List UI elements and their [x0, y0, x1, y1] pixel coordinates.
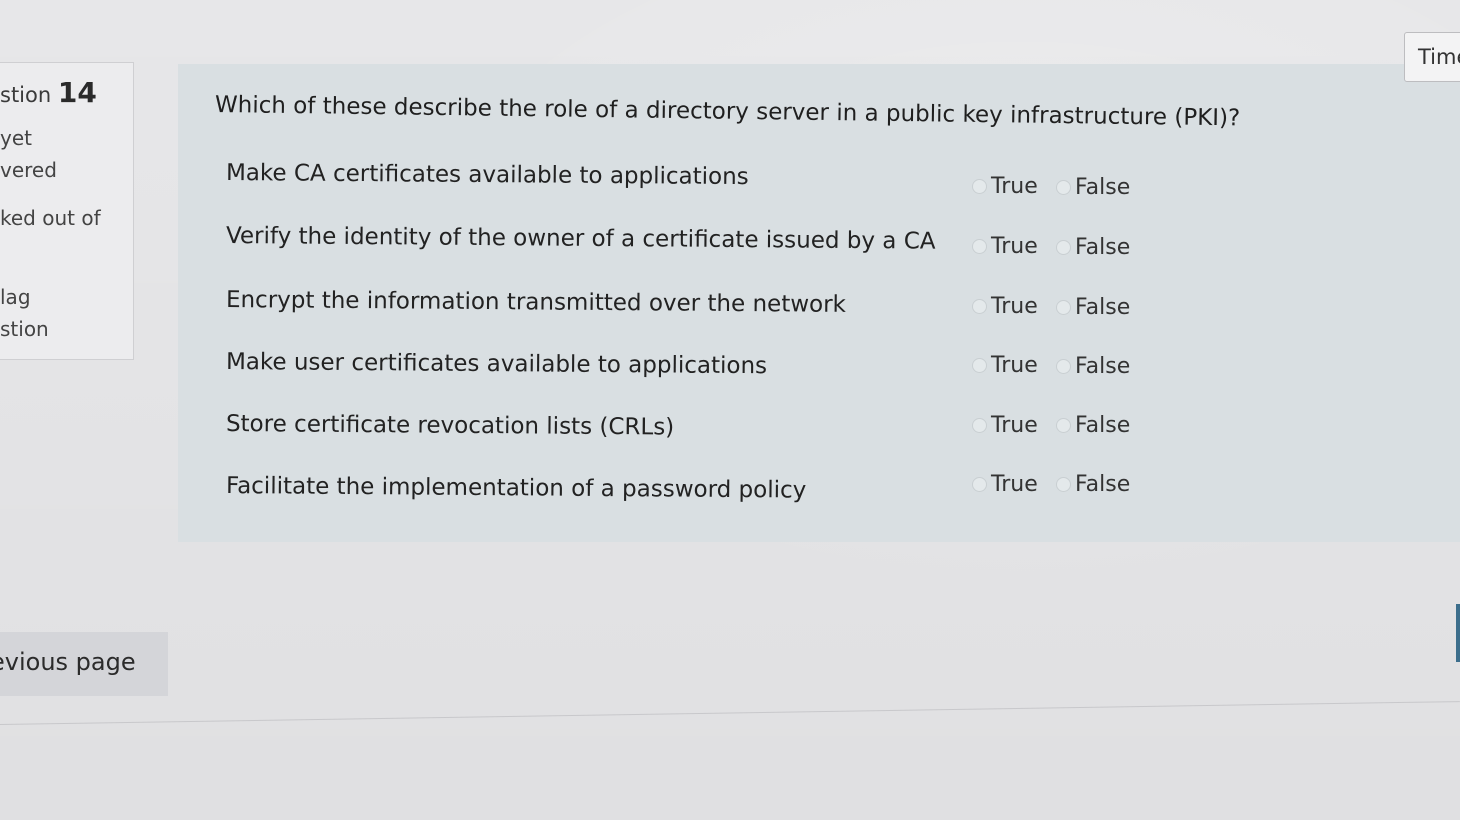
status-line-2: vered: [0, 158, 57, 182]
option-true-3[interactable]: True: [972, 294, 1038, 319]
radio-false-5[interactable]: [1056, 418, 1071, 433]
radio-true-1[interactable]: [972, 179, 987, 194]
true-label: True: [991, 234, 1038, 259]
statement-3: Encrypt the information transmitted over…: [225, 287, 847, 318]
radio-false-3[interactable]: [1056, 300, 1071, 315]
option-true-1[interactable]: True: [972, 174, 1038, 199]
statement-6: Facilitate the implementation of a passw…: [225, 473, 807, 504]
option-false-3[interactable]: False: [1056, 295, 1130, 320]
status-line-1: yet: [0, 126, 32, 150]
page-divider: [0, 701, 1460, 725]
radio-true-4[interactable]: [972, 358, 987, 373]
question-number: 14: [57, 76, 97, 109]
question-number-line: stion 14: [0, 76, 97, 109]
radio-false-6[interactable]: [1056, 477, 1071, 492]
option-false-4[interactable]: False: [1056, 354, 1130, 379]
marked-out-of: ked out of: [0, 206, 101, 230]
true-label: True: [991, 353, 1038, 378]
true-label: True: [991, 413, 1038, 438]
true-label: True: [991, 472, 1038, 497]
option-false-1[interactable]: False: [1056, 175, 1130, 200]
statement-1: Make CA certificates available to applic…: [225, 160, 749, 191]
option-true-4[interactable]: True: [972, 353, 1038, 378]
option-false-6[interactable]: False: [1056, 472, 1130, 497]
radio-true-2[interactable]: [972, 239, 987, 254]
radio-false-1[interactable]: [1056, 180, 1071, 195]
option-false-5[interactable]: False: [1056, 413, 1130, 438]
statement-5: Store certificate revocation lists (CRLs…: [225, 411, 675, 441]
radio-true-3[interactable]: [972, 299, 987, 314]
statement-2: Verify the identity of the owner of a ce…: [225, 223, 936, 255]
previous-page-label: evious page: [0, 648, 136, 676]
option-true-6[interactable]: True: [972, 472, 1038, 497]
option-true-2[interactable]: True: [972, 234, 1038, 259]
timer-box: Time: [1404, 32, 1460, 82]
false-label: False: [1075, 472, 1131, 497]
statement-4: Make user certificates available to appl…: [225, 349, 768, 380]
option-false-2[interactable]: False: [1056, 235, 1130, 260]
previous-page-button[interactable]: evious page: [0, 632, 168, 696]
radio-false-4[interactable]: [1056, 359, 1071, 374]
flag-question-line-1[interactable]: lag: [0, 285, 31, 309]
radio-false-2[interactable]: [1056, 240, 1071, 255]
question-label: stion: [0, 83, 52, 107]
true-label: True: [991, 174, 1038, 199]
radio-true-5[interactable]: [972, 418, 987, 433]
false-label: False: [1075, 354, 1131, 379]
scrollbar-edge[interactable]: [1456, 604, 1460, 662]
true-label: True: [991, 294, 1038, 319]
false-label: False: [1075, 175, 1131, 200]
false-label: False: [1075, 235, 1131, 260]
radio-true-6[interactable]: [972, 477, 987, 492]
option-true-5[interactable]: True: [972, 413, 1038, 438]
flag-question-line-2[interactable]: stion: [0, 317, 49, 341]
false-label: False: [1075, 413, 1131, 438]
timer-label: Time: [1418, 45, 1460, 69]
false-label: False: [1075, 295, 1131, 320]
